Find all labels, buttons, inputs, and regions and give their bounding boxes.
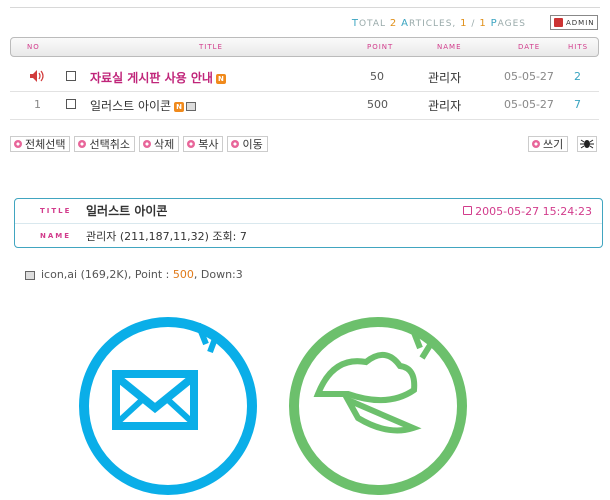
row-hits: 2	[574, 70, 581, 83]
file-icon	[25, 270, 35, 280]
table-row: 1 일러스트 아이콘 N 500 관리자 05-05-27 7	[10, 91, 599, 120]
row-checkbox[interactable]	[66, 71, 76, 81]
col-date: DATE	[518, 43, 541, 51]
title-label: TITLE	[40, 207, 72, 215]
move-button[interactable]: 이동	[227, 136, 268, 152]
file-icon	[186, 102, 197, 111]
row-author[interactable]: 관리자	[428, 69, 461, 86]
board-stats: TOTAL 2 ARTICLES, 1 / 1 PAGES	[351, 18, 526, 29]
panel-divider	[15, 223, 602, 224]
top-divider	[10, 7, 600, 8]
post-datetime: 2005-05-27 15:24:23	[463, 205, 592, 218]
post-author[interactable]: 관리자 (211,187,11,32) 조회: 7	[86, 228, 247, 244]
flower-icon	[187, 140, 196, 148]
select-all-button[interactable]: 전체선택	[10, 136, 71, 152]
flower-icon	[78, 140, 87, 148]
row-point: 500	[367, 98, 388, 111]
post-info-panel: TITLE 일러스트 아이콘 2005-05-27 15:24:23 NAME …	[14, 198, 603, 248]
row-checkbox[interactable]	[66, 99, 76, 109]
col-title: TITLE	[199, 43, 223, 51]
row-point: 50	[370, 70, 384, 83]
col-point: POINT	[367, 43, 394, 51]
notice-speaker-icon	[29, 69, 45, 86]
new-badge-icon: N	[174, 101, 185, 112]
deselect-button[interactable]: 선택취소	[74, 136, 135, 152]
row-date: 05-05-27	[504, 70, 554, 83]
flower-icon	[14, 140, 22, 148]
flower-icon	[231, 140, 240, 148]
write-button[interactable]: 쓰기	[528, 136, 569, 152]
row-author[interactable]: 관리자	[428, 97, 461, 114]
row-hits: 7	[574, 98, 581, 111]
flower-icon	[532, 140, 540, 148]
attachment-link[interactable]: icon,ai (169,2K), Point : 500, Down:3	[25, 268, 243, 281]
col-hits: HITS	[568, 43, 589, 51]
table-header: NO TITLE POINT NAME DATE HITS	[10, 37, 599, 57]
hat-illustration-icon	[289, 317, 467, 495]
col-name: NAME	[437, 43, 462, 51]
delete-button[interactable]: 삭제	[138, 136, 180, 152]
action-buttons: 전체선택 선택취소 삭제 복사 이동	[10, 136, 268, 152]
col-no: NO	[27, 43, 40, 51]
mail-illustration-icon	[79, 317, 257, 495]
admin-icon	[554, 18, 563, 27]
row-number: 1	[34, 98, 41, 111]
notice-title-link[interactable]: 자료실 게시판 사용 안내 N	[90, 69, 226, 86]
post-title-link[interactable]: 일러스트 아이콘 N	[90, 97, 197, 114]
rss-button[interactable]	[577, 136, 597, 152]
bug-icon	[580, 139, 594, 149]
name-label: NAME	[40, 232, 72, 240]
table-row: 자료실 게시판 사용 안내 N 50 관리자 05-05-27 2	[10, 63, 599, 92]
clock-icon	[463, 206, 473, 215]
row-date: 05-05-27	[504, 98, 554, 111]
flower-icon	[142, 140, 151, 148]
new-badge-icon: N	[215, 73, 226, 84]
copy-button[interactable]: 복사	[183, 136, 224, 152]
admin-button[interactable]: ADMIN	[550, 15, 598, 30]
post-title: 일러스트 아이콘	[86, 204, 168, 218]
